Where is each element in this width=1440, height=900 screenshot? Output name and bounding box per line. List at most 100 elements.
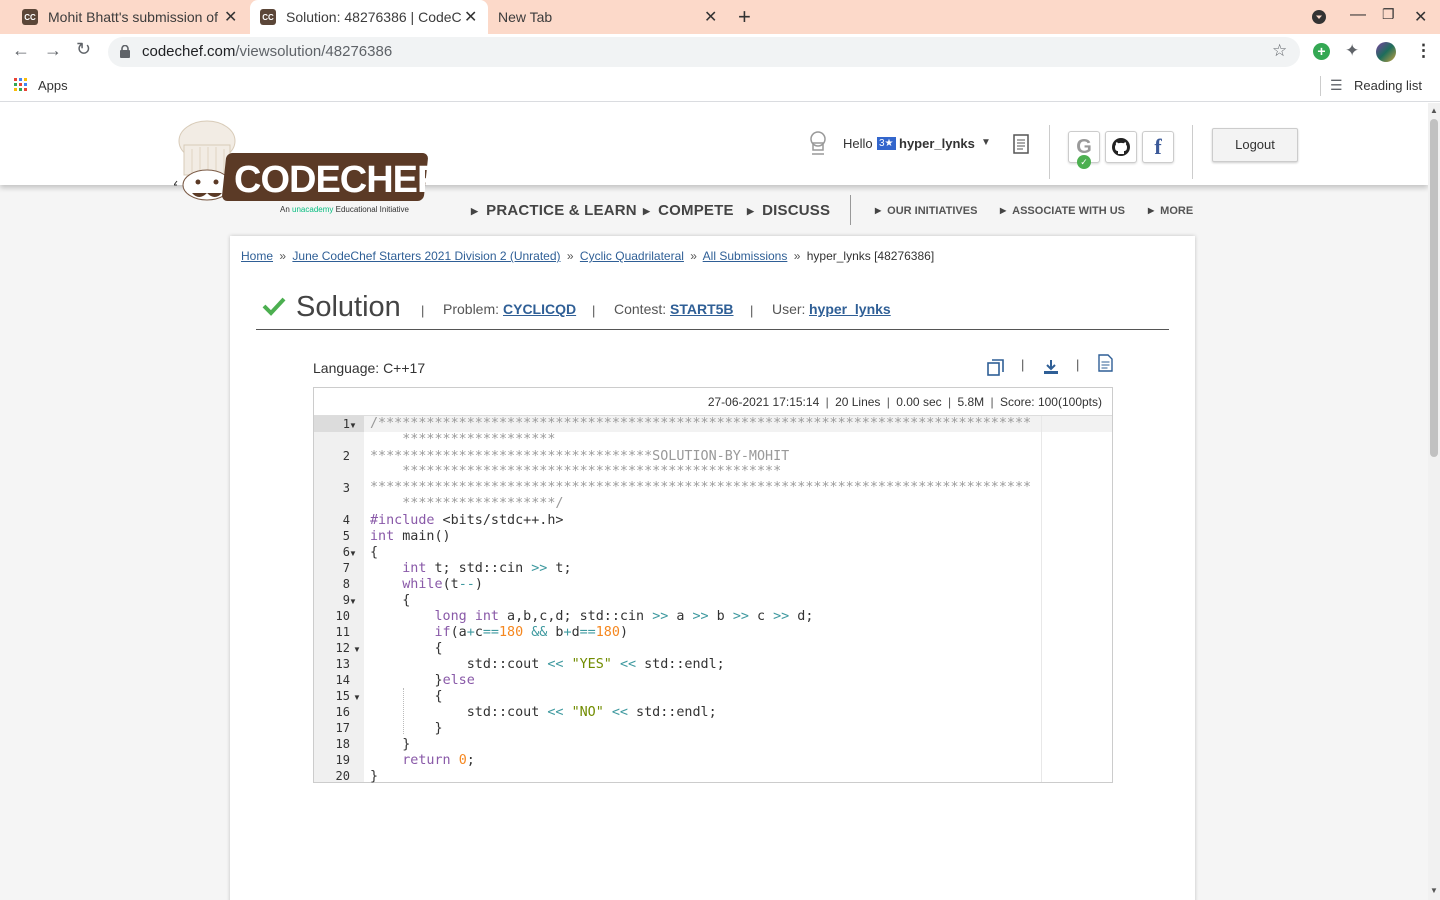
username[interactable]: hyper_lynks bbox=[899, 136, 975, 151]
code-token: std::endl; bbox=[628, 705, 717, 720]
facebook-link[interactable]: f bbox=[1142, 131, 1174, 163]
notes-icon[interactable] bbox=[1013, 134, 1029, 159]
page-scrollbar[interactable]: ▲ ▼ bbox=[1428, 103, 1440, 900]
breadcrumb-home[interactable]: Home bbox=[241, 249, 273, 263]
logo-wordmark: CODECHEF bbox=[234, 159, 440, 201]
header-divider bbox=[1049, 125, 1050, 179]
line-number: 18 bbox=[335, 737, 350, 751]
nav-label: MORE bbox=[1160, 205, 1194, 217]
copy-icon[interactable] bbox=[987, 359, 1004, 381]
url-path: /viewsolution/48276386 bbox=[235, 43, 393, 60]
code-token: } bbox=[434, 721, 443, 736]
tab-new-tab[interactable]: New Tab ✕ bbox=[488, 0, 724, 34]
code-token: } bbox=[370, 769, 379, 784]
back-arrow-icon[interactable]: ← bbox=[12, 40, 30, 61]
code-token: #include bbox=[370, 513, 435, 528]
bookmark-star-icon[interactable]: ☆ bbox=[1272, 41, 1287, 61]
code-line: int t; std::cin >> t; bbox=[370, 561, 571, 577]
nav-our-initiatives[interactable]: ▶ OUR INITIATIVES bbox=[875, 205, 977, 217]
line-number: 14 bbox=[335, 673, 350, 687]
nav-associate-with-us[interactable]: ▶ ASSOCIATE WITH US bbox=[1000, 205, 1125, 217]
close-tab-icon[interactable]: ✕ bbox=[704, 7, 717, 27]
fold-arrow-icon[interactable]: ▼ bbox=[353, 693, 361, 702]
new-tab-plus-icon[interactable]: + bbox=[738, 4, 751, 30]
title-separator: | bbox=[421, 303, 425, 318]
header-divider bbox=[1192, 125, 1193, 179]
restore-icon[interactable]: ❐ bbox=[1382, 6, 1395, 23]
tab-search-icon[interactable] bbox=[1311, 9, 1327, 30]
code-token: >> bbox=[652, 609, 669, 624]
user-link[interactable]: hyper_lynks bbox=[809, 301, 891, 317]
info-separator: | bbox=[825, 395, 829, 409]
download-icon[interactable] bbox=[1043, 359, 1059, 380]
code-token: int bbox=[370, 529, 395, 544]
fold-arrow-icon[interactable]: ▼ bbox=[349, 549, 357, 558]
tab-submission[interactable]: CC Mohit Bhatt's submission of ✕ bbox=[12, 0, 248, 34]
submission-score: Score: 100(100pts) bbox=[999, 395, 1102, 409]
reading-list-icon[interactable]: ☰ bbox=[1330, 77, 1343, 94]
caret-right-icon: ▶ bbox=[747, 206, 755, 216]
scroll-down-icon[interactable]: ▼ bbox=[1430, 886, 1438, 895]
breadcrumb-current: hyper_lynks [48276386] bbox=[806, 249, 935, 263]
user-dropdown-icon[interactable]: ▼ bbox=[981, 137, 991, 148]
apps-grid-icon[interactable] bbox=[14, 78, 28, 97]
apps-bookmark[interactable]: Apps bbox=[38, 78, 68, 93]
facebook-icon: f bbox=[1154, 134, 1162, 159]
codechef-logo[interactable]: CODECHEF An unacademy Educational Initia… bbox=[172, 119, 440, 215]
line-number: 8 bbox=[342, 577, 350, 591]
user-label: User: bbox=[772, 301, 806, 317]
reading-list-divider bbox=[1320, 76, 1321, 96]
code-line: /***************************************… bbox=[370, 416, 1031, 432]
breadcrumb-all-submissions[interactable]: All Submissions bbox=[703, 249, 788, 263]
tagline-prefix: An bbox=[280, 205, 290, 214]
reload-icon[interactable]: ↻ bbox=[76, 39, 91, 60]
caret-right-icon: ▶ bbox=[471, 206, 479, 216]
profile-avatar[interactable] bbox=[1376, 42, 1396, 62]
scroll-up-icon[interactable]: ▲ bbox=[1430, 106, 1438, 115]
close-tab-icon[interactable]: ✕ bbox=[224, 7, 237, 27]
code-token: << bbox=[547, 705, 564, 720]
tab-title: Mohit Bhatt's submission of bbox=[48, 9, 218, 25]
forward-arrow-icon[interactable]: → bbox=[44, 40, 62, 61]
github-link[interactable] bbox=[1105, 131, 1137, 163]
code-line: ****************************************… bbox=[370, 480, 1031, 496]
extension-green-icon[interactable]: + bbox=[1313, 43, 1330, 60]
extensions-puzzle-icon[interactable]: ✦ bbox=[1345, 41, 1359, 61]
nav-compete[interactable]: ▶ COMPETE bbox=[643, 202, 734, 219]
submission-date: 27-06-2021 17:15:14 bbox=[707, 395, 820, 409]
nav-more[interactable]: ▶ MORE bbox=[1148, 205, 1193, 217]
fold-arrow-icon[interactable]: ▼ bbox=[349, 597, 357, 606]
nav-practice-learn[interactable]: ▶ PRACTICE & LEARN bbox=[471, 202, 637, 219]
logout-button[interactable]: Logout bbox=[1212, 128, 1298, 162]
nav-discuss[interactable]: ▶ DISCUSS bbox=[747, 202, 830, 219]
code-line: { bbox=[370, 593, 410, 609]
reading-list[interactable]: Reading list bbox=[1354, 78, 1422, 93]
breadcrumb-separator: » bbox=[793, 249, 801, 263]
tab-solution-active[interactable]: CC Solution: 48276386 | CodeC ✕ bbox=[250, 0, 488, 34]
breadcrumb-problem[interactable]: Cyclic Quadrilateral bbox=[580, 249, 684, 263]
code-token: { bbox=[434, 641, 443, 656]
code-token: int bbox=[474, 609, 499, 624]
fold-arrow-icon[interactable]: ▼ bbox=[349, 421, 357, 430]
close-tab-icon[interactable]: ✕ bbox=[464, 7, 477, 27]
problem-code-link[interactable]: CYCLICQD bbox=[503, 301, 576, 317]
minimize-icon[interactable]: — bbox=[1350, 6, 1366, 24]
submission-info: 27-06-2021 17:15:14 | 20 Lines | 0.00 se… bbox=[708, 395, 1102, 409]
code-line: if(a+c==180 && b+d==180) bbox=[370, 625, 629, 641]
breadcrumb-contest[interactable]: June CodeChef Starters 2021 Division 2 (… bbox=[292, 249, 560, 263]
line-number: 5 bbox=[342, 529, 350, 543]
nav-label: DISCUSS bbox=[762, 202, 831, 219]
submission-time: 0.00 sec bbox=[896, 395, 942, 409]
code-token: (a bbox=[450, 625, 467, 640]
view-plaintext-icon[interactable] bbox=[1098, 354, 1113, 377]
nav-divider bbox=[850, 195, 851, 225]
nav-label: PRACTICE & LEARN bbox=[486, 202, 637, 219]
close-window-icon[interactable]: ✕ bbox=[1414, 7, 1427, 27]
contest-code-link[interactable]: START5B bbox=[670, 301, 734, 317]
tagline-suffix: Educational Initiative bbox=[335, 205, 410, 214]
google-link[interactable]: G ✓ bbox=[1068, 131, 1100, 169]
fold-arrow-icon[interactable]: ▼ bbox=[353, 645, 361, 654]
code-line: ***********************************SOLUT… bbox=[370, 449, 789, 465]
browser-menu-icon[interactable]: ⋮ bbox=[1415, 41, 1432, 61]
scrollbar-thumb[interactable] bbox=[1430, 119, 1438, 457]
